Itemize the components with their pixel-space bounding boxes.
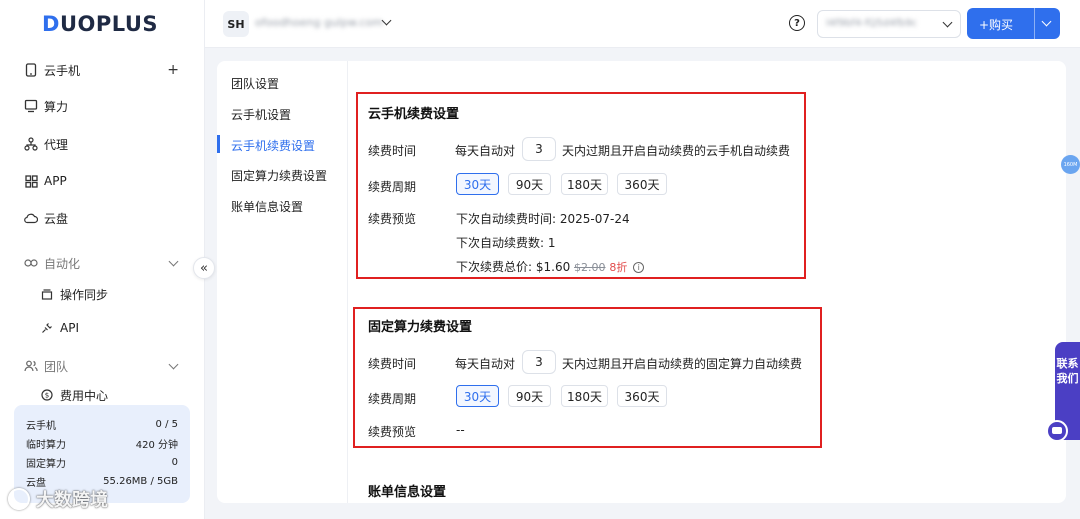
fixed-compute-renewal-title: 固定算力续费设置 — [368, 320, 473, 335]
period-180-button[interactable]: 180天 — [561, 173, 608, 195]
discount-badge: 8折 — [609, 261, 628, 274]
usage-row-fixed-compute: 固定算力 0 — [26, 457, 178, 470]
sidebar-item-proxy[interactable]: 代理 — [0, 129, 205, 159]
sidebar-item-label: APP — [44, 174, 67, 188]
subnav-billing-settings[interactable]: 账单信息设置 — [231, 198, 303, 215]
cloud-phone-renewal-title: 云手机续费设置 — [368, 107, 460, 122]
sidebar-item-label: 代理 — [44, 137, 69, 152]
link-icon — [24, 256, 38, 270]
chat-icon[interactable] — [1046, 420, 1068, 442]
fixed-compute-renewal-days-input[interactable]: 3 — [522, 350, 556, 374]
original-price: $2.00 — [574, 261, 606, 274]
renewal-preview-label: 续费预览 — [368, 212, 417, 226]
sidebar-item-label: 云手机 — [44, 63, 81, 78]
sidebar-item-api[interactable]: API — [0, 313, 205, 343]
floating-status-badge[interactable]: 160M — [1061, 155, 1080, 174]
chevron-down-icon — [942, 17, 953, 28]
team-avatar[interactable]: SH — [223, 11, 249, 37]
renewal-time-label: 续费时间 — [368, 357, 417, 371]
sidebar-item-label: 云盘 — [44, 211, 69, 226]
phone-icon — [24, 63, 38, 77]
sidebar-section-automation[interactable]: 自动化 — [0, 248, 205, 278]
sidebar-item-operation-sync[interactable]: 操作同步 — [0, 279, 205, 309]
sidebar-item-compute[interactable]: 算力 — [0, 91, 205, 121]
period-360-button[interactable]: 360天 — [617, 385, 667, 407]
network-icon — [24, 137, 38, 151]
renewal-time-prefix: 每天自动对 — [455, 357, 516, 371]
subnav-team-settings[interactable]: 团队设置 — [231, 75, 279, 92]
team-switch-chevron-icon[interactable] — [381, 15, 392, 26]
renewal-time-suffix: 天内过期且开启自动续费的固定算力自动续费 — [562, 357, 803, 371]
settings-subnav: 团队设置 云手机设置 云手机续费设置 固定算力续费设置 账单信息设置 — [217, 61, 348, 503]
usage-row-temp-compute: 临时算力 420 分钟 — [26, 440, 178, 451]
sidebar-item-app[interactable]: APP — [0, 166, 205, 196]
subnav-fixed-compute-renewal[interactable]: 固定算力续费设置 — [231, 167, 327, 184]
renewal-time-suffix: 天内过期且开启自动续费的云手机自动续费 — [562, 144, 791, 158]
top-header: SH ofoodhoeng gulpw.com ? l4f9bf4-fQ5d4f… — [205, 0, 1080, 48]
cloud-icon — [24, 211, 38, 225]
sidebar-item-cloud-phone[interactable]: 云手机 + — [0, 55, 205, 85]
account-selector[interactable]: l4f9bf4-fQ5d4fb9c — [817, 10, 961, 38]
period-30-button[interactable]: 30天 — [456, 385, 499, 407]
period-180-button[interactable]: 180天 — [561, 385, 608, 407]
sidebar-item-label: 操作同步 — [60, 287, 109, 302]
subnav-cloud-phone-settings[interactable]: 云手机设置 — [231, 106, 291, 123]
stack-icon — [40, 287, 54, 301]
renewal-time-label: 续费时间 — [368, 144, 417, 158]
sidebar-section-team[interactable]: 团队 — [0, 351, 205, 381]
active-indicator — [217, 135, 220, 153]
period-90-button[interactable]: 90天 — [508, 173, 551, 195]
next-renewal-time: 下次自动续费时间: 2025-07-24 — [456, 212, 630, 226]
plug-icon — [40, 321, 54, 335]
sidebar-item-label: 算力 — [44, 99, 69, 114]
period-90-button[interactable]: 90天 — [508, 385, 551, 407]
dollar-icon: $ — [40, 388, 54, 402]
next-renewal-count: 下次自动续费数: 1 — [456, 236, 556, 250]
period-360-button[interactable]: 360天 — [617, 173, 667, 195]
watermark-logo-icon — [8, 488, 30, 510]
renewal-period-label: 续费周期 — [368, 392, 417, 406]
info-icon[interactable]: i — [633, 262, 645, 273]
renewal-preview-value: -- — [456, 423, 465, 437]
sidebar-item-label: 费用中心 — [60, 388, 109, 403]
usage-row-cloud-phone: 云手机 0 / 5 — [26, 419, 178, 432]
cloud-phone-renewal-days-input[interactable]: 3 — [522, 137, 556, 161]
buy-dropdown-chevron-icon[interactable] — [1041, 16, 1052, 27]
subnav-cloud-phone-renewal[interactable]: 云手机续费设置 — [231, 137, 315, 154]
account-id: l4f9bf4-fQ5d4fb9c — [826, 18, 918, 29]
sidebar: DUOPLUS 云手机 + 算力 代理 APP 云盘 自动化 操作同步 API — [0, 0, 205, 519]
chevron-down-icon — [168, 359, 179, 370]
buy-button-divider — [1034, 8, 1035, 39]
duoplus-logo[interactable]: DUOPLUS — [42, 12, 158, 36]
grid-icon — [24, 174, 38, 188]
period-30-button[interactable]: 30天 — [456, 173, 499, 195]
collapse-sidebar-button[interactable]: « — [193, 257, 215, 279]
buy-button[interactable]: +购买 — [967, 8, 1060, 39]
team-name[interactable]: ofoodhoeng gulpw.com — [255, 16, 383, 29]
users-icon — [24, 359, 38, 373]
next-renewal-total: 下次续费总价: $1.60 $2.00 8折 i — [456, 258, 645, 275]
sidebar-item-cloud-drive[interactable]: 云盘 — [0, 203, 205, 233]
svg-text:$: $ — [45, 392, 49, 400]
watermark: 大数跨境 — [8, 486, 108, 512]
renewal-preview-label: 续费预览 — [368, 425, 417, 439]
renewal-period-label: 续费周期 — [368, 180, 417, 194]
sidebar-section-label: 团队 — [44, 359, 69, 374]
sidebar-section-label: 自动化 — [44, 256, 81, 271]
buy-button-label: +购买 — [979, 18, 1014, 32]
help-icon[interactable]: ? — [789, 15, 805, 31]
settings-panel: 团队设置 云手机设置 云手机续费设置 固定算力续费设置 账单信息设置 云手机续费… — [217, 61, 1066, 503]
monitor-icon — [24, 99, 38, 113]
sidebar-item-label: API — [60, 321, 79, 335]
chevron-down-icon — [168, 256, 179, 267]
add-cloud-phone-button[interactable]: + — [167, 62, 179, 78]
billing-settings-title: 账单信息设置 — [368, 485, 447, 500]
renewal-time-prefix: 每天自动对 — [455, 144, 516, 158]
